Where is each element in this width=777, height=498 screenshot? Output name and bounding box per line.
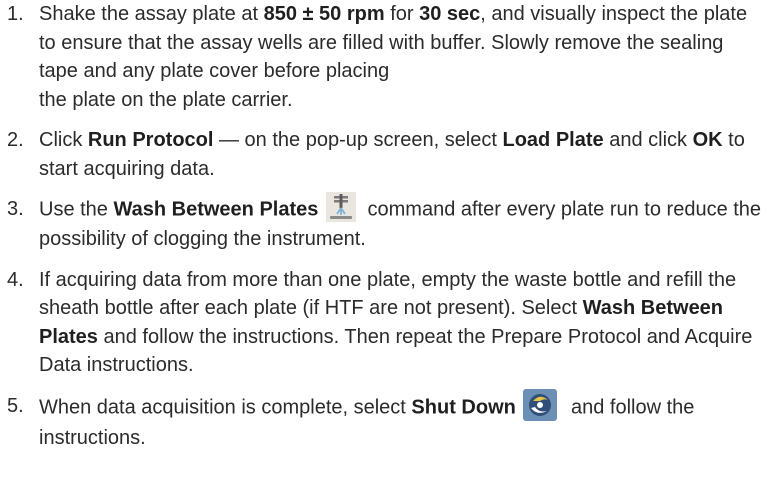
- run-protocol-label: Run Protocol: [87, 129, 214, 151]
- step-number: 5.: [7, 394, 24, 417]
- shut-down-icon: [523, 388, 558, 421]
- ok-label: OK: [692, 129, 723, 151]
- step-3: 3. Use the Wash Between Plates command a…: [7, 192, 767, 254]
- wash-between-plates-label: Wash Between Plates: [113, 198, 319, 221]
- load-plate-label: Load Plate: [502, 129, 604, 151]
- step-text: When data acquisition is complete, selec…: [39, 395, 412, 418]
- instructions-page: 1. Shake the assay plate at 850 ± 50 rpm…: [0, 0, 777, 498]
- shut-down-label: Shut Down: [411, 395, 516, 418]
- wash-between-plates-icon: [325, 192, 356, 222]
- step-number: 2.: [7, 129, 24, 151]
- step-text: the plate on the plate carrier.: [39, 88, 293, 111]
- step-4: 4. If acquiring data from more than one …: [7, 266, 767, 380]
- shake-duration: 30 sec: [419, 3, 481, 25]
- step-number: 3.: [7, 198, 24, 220]
- step-text: and click: [603, 129, 693, 151]
- steps-list: 1. Shake the assay plate at 850 ± 50 rpm…: [7, 0, 767, 452]
- step-text: and follow the instructions. Then repeat…: [39, 325, 753, 377]
- step-text: Shake the assay plate at: [39, 3, 264, 25]
- step-2: 2. Click Run Protocol — on the pop-up sc…: [7, 126, 767, 183]
- step-text: Use the: [39, 198, 114, 221]
- step-text: — on the pop-up screen, select: [213, 129, 503, 151]
- step-text: for: [384, 3, 420, 25]
- step-1: 1. Shake the assay plate at 850 ± 50 rpm…: [7, 0, 767, 114]
- step-number: 1.: [7, 3, 24, 25]
- shake-speed: 850 ± 50 rpm: [263, 3, 385, 25]
- step-number: 4.: [7, 268, 24, 291]
- step-text: Click: [39, 129, 88, 151]
- step-5: 5. When data acquisition is complete, se…: [7, 388, 767, 453]
